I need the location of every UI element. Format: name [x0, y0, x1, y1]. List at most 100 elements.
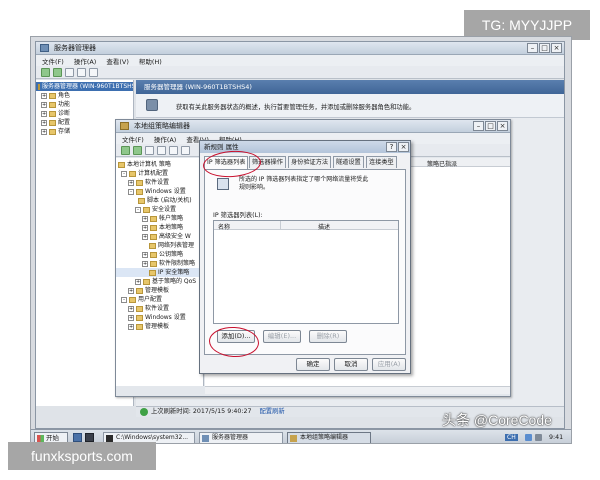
server-manager-description: 获取有关此服务器状态的概述，执行首要管理任务，并添加或删除服务器角色和功能。	[176, 104, 416, 111]
tree-item-software-restriction[interactable]: + 软件限制策略	[116, 259, 203, 268]
tree-item-security-settings[interactable]: - 安全设置	[116, 205, 203, 214]
tree-item-ip-security[interactable]: IP 安全策略	[116, 268, 203, 277]
up-icon[interactable]	[65, 67, 74, 77]
expand-icon[interactable]: +	[142, 260, 148, 267]
expand-icon[interactable]: +	[128, 323, 134, 330]
tree-item-qos[interactable]: + 基于策略的 QoS	[116, 277, 203, 286]
menu-help[interactable]: 帮助(H)	[139, 56, 162, 66]
expand-icon[interactable]: +	[128, 179, 134, 186]
tray-network-icon[interactable]	[525, 434, 532, 441]
expand-icon[interactable]: +	[142, 224, 148, 231]
up-icon[interactable]	[145, 145, 154, 155]
column-name[interactable]: 名称	[218, 222, 230, 231]
column-description[interactable]: 描述	[318, 222, 330, 231]
list-header-row	[214, 221, 398, 230]
tree-item-software-settings[interactable]: + 软件设置	[116, 178, 203, 187]
tree-item-roles[interactable]: + 角色	[36, 91, 133, 100]
tree-item-computer-config[interactable]: - 计算机配置	[116, 169, 203, 178]
apply-button[interactable]: 应用(A)	[372, 358, 406, 371]
cancel-button[interactable]: 取消	[334, 358, 368, 371]
forward-icon[interactable]	[133, 145, 142, 155]
dialog-help-button[interactable]: ?	[386, 142, 397, 152]
language-indicator[interactable]: CH	[505, 434, 518, 441]
refresh-icon[interactable]	[169, 145, 178, 155]
quicklaunch-powershell-icon[interactable]	[85, 433, 94, 442]
expand-icon[interactable]: +	[135, 278, 141, 285]
tree-item-public-key[interactable]: + 公钥策略	[116, 250, 203, 259]
ip-filter-list[interactable]: 名称 描述	[213, 220, 399, 324]
tree-item-windows-settings[interactable]: - Windows 设置	[116, 187, 203, 196]
tree-item-network-list[interactable]: 网络列表管理	[116, 241, 203, 250]
dialog-title: 新规则 属性	[204, 143, 239, 151]
taskbar-item-gp-editor[interactable]: 本地组策略编辑器	[287, 432, 371, 443]
folder-icon	[136, 179, 143, 186]
folder-icon	[150, 260, 157, 267]
expand-icon[interactable]: +	[41, 110, 47, 117]
gp-editor-title: 本地组策略编辑器	[134, 122, 190, 130]
tree-item-advanced-firewall[interactable]: + 高级安全 W	[116, 232, 203, 241]
tree-item-account-policies[interactable]: + 帐户策略	[116, 214, 203, 223]
back-icon[interactable]	[121, 145, 130, 155]
expand-icon[interactable]: +	[128, 314, 134, 321]
configure-refresh-link[interactable]: 配置刷新	[259, 408, 284, 415]
collapse-icon[interactable]: -	[128, 188, 134, 195]
tab-tunnel-settings[interactable]: 隧道设置	[333, 156, 364, 168]
gp-editor-app-icon	[120, 122, 129, 130]
expand-icon[interactable]: +	[41, 128, 47, 135]
menu-file[interactable]: 文件(F)	[42, 56, 64, 66]
tree-item-user-config[interactable]: - 用户配置	[116, 295, 203, 304]
quicklaunch-icon[interactable]	[73, 433, 82, 442]
edit-button[interactable]: 编辑(E)...	[263, 330, 301, 343]
expand-icon[interactable]: +	[41, 119, 47, 126]
back-icon[interactable]	[41, 67, 50, 77]
collapse-icon[interactable]: -	[121, 170, 127, 177]
close-button[interactable]: ×	[497, 121, 508, 131]
tree-item-local-policy[interactable]: 本地计算机 策略	[116, 160, 203, 169]
tree-item-scripts[interactable]: 脚本 (启动/关机)	[116, 196, 203, 205]
tree-item-admin-templates[interactable]: + 管理模板	[116, 286, 203, 295]
collapse-icon[interactable]: -	[135, 206, 141, 213]
tree-item-user-windows[interactable]: + Windows 设置	[116, 313, 203, 322]
tab-connection-type[interactable]: 连接类型	[366, 156, 397, 168]
tree-item-user-templates[interactable]: + 管理模板	[116, 322, 203, 331]
dialog-close-button[interactable]: ×	[398, 142, 409, 152]
close-button[interactable]: ×	[551, 43, 562, 53]
clock[interactable]: 9:41	[549, 434, 563, 441]
folder-icon	[149, 242, 156, 249]
menu-action[interactable]: 操作(A)	[154, 134, 177, 144]
minimize-button[interactable]: –	[527, 43, 538, 53]
menu-view[interactable]: 查看(V)	[106, 56, 129, 66]
folder-icon	[136, 305, 143, 312]
maximize-button[interactable]: □	[485, 121, 496, 131]
gp-editor-scrollbar[interactable]	[205, 386, 510, 394]
refresh-icon[interactable]	[77, 67, 86, 77]
expand-icon[interactable]: +	[142, 251, 148, 258]
expand-icon[interactable]: +	[142, 215, 148, 222]
show-hide-tree-icon[interactable]	[157, 145, 166, 155]
expand-icon[interactable]: +	[41, 101, 47, 108]
collapse-icon[interactable]: -	[121, 296, 127, 303]
minimize-button[interactable]: –	[473, 121, 484, 131]
expand-icon[interactable]: +	[128, 287, 134, 294]
tab-auth-methods[interactable]: 身份验证方法	[288, 156, 332, 168]
expand-icon[interactable]: +	[128, 305, 134, 312]
tree-item-local-policies[interactable]: + 本地策略	[116, 223, 203, 232]
tree-item-root[interactable]: 服务器管理器 (WIN-960T1BTSHS4	[36, 82, 133, 91]
menu-file[interactable]: 文件(F)	[122, 134, 144, 144]
policy-assigned-column[interactable]: 策略已指派	[427, 159, 457, 168]
expand-icon[interactable]: +	[41, 92, 47, 99]
menu-action[interactable]: 操作(A)	[74, 56, 97, 66]
ok-button[interactable]: 确定	[296, 358, 330, 371]
tree-item-features[interactable]: + 功能	[36, 100, 133, 109]
expand-icon[interactable]: +	[142, 233, 148, 240]
tree-item-user-software[interactable]: + 软件设置	[116, 304, 203, 313]
remove-button[interactable]: 删除(R)	[309, 330, 347, 343]
export-icon[interactable]	[181, 145, 190, 155]
help-icon[interactable]	[89, 67, 98, 77]
tray-volume-icon[interactable]	[535, 434, 542, 441]
taskbar-item-server-manager[interactable]: 服务器管理器	[199, 432, 283, 443]
maximize-button[interactable]: □	[539, 43, 550, 53]
tree-item-diagnostics[interactable]: + 诊断	[36, 109, 133, 118]
forward-icon[interactable]	[53, 67, 62, 77]
folder-icon	[136, 323, 143, 330]
